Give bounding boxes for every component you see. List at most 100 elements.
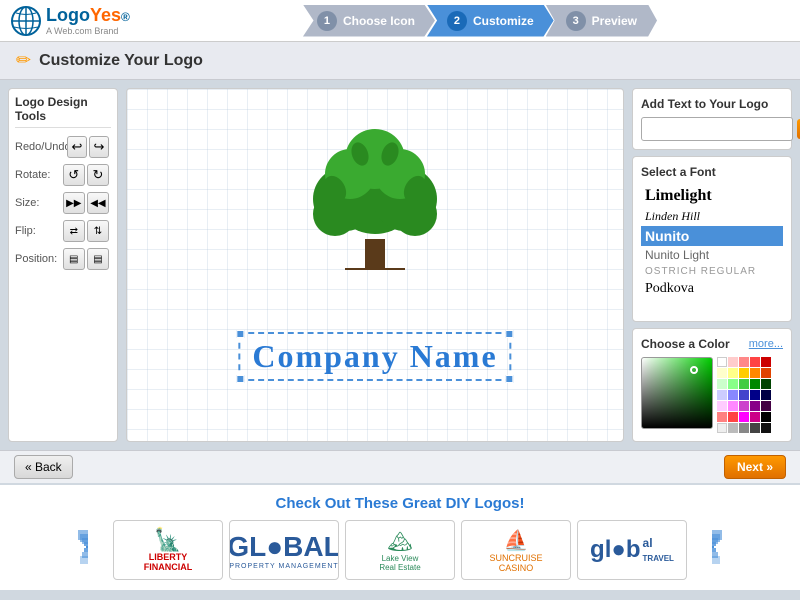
position-label: Position: [15,253,63,265]
swatch-medium-gray[interactable] [739,423,749,433]
handle-br[interactable] [506,375,514,383]
logo-card-liberty[interactable]: 🗽 LIBERTYFINANCIAL [113,520,223,580]
carousel-left-button[interactable] [77,535,107,565]
rotate-right-button[interactable]: ↻ [87,164,109,186]
swatch-dark-green[interactable] [750,379,760,389]
carousel-right-button[interactable] [693,535,723,565]
font-linden-item[interactable]: Linden Hill [641,207,783,226]
text-input[interactable] [641,117,793,141]
size-row: Size: ▶▶ ◀◀ [15,192,111,214]
step-1-choose-icon[interactable]: 1 Choose Icon [303,5,435,37]
swatch-gray[interactable] [728,423,738,433]
tools-panel: Logo Design Tools Redo/Undo: ↩ ↪ Rotate:… [8,88,118,442]
handle-tl[interactable] [236,330,244,338]
swatch-dark-purple[interactable] [750,401,760,411]
swatch-green[interactable] [739,379,749,389]
font-nunito-item[interactable]: Nunito [641,226,783,246]
swatch-black[interactable] [761,412,771,422]
back-button[interactable]: « Back [14,455,73,479]
step-1-label: Choose Icon [343,14,415,28]
font-ostrich-item[interactable]: OSTRICH REGULAR [641,264,783,279]
swatch-light-blue[interactable] [717,390,727,400]
font-limelight-item[interactable]: Limelight [641,185,783,207]
flip-label: Flip: [15,225,63,237]
font-nunito-light-item[interactable]: Nunito Light [641,246,783,264]
font-selection-box: Select a Font Limelight Linden Hill Nuni… [632,156,792,322]
swatch-very-dark-green[interactable] [761,379,771,389]
flip-horizontal-button[interactable]: ⇄ [63,220,85,242]
swatch-purple[interactable] [728,401,738,411]
swatch-bright-red[interactable] [728,412,738,422]
text-input-row: Add Text [641,117,783,141]
brand-name: LogoYes® [46,5,130,26]
swatch-light-red[interactable] [728,357,738,367]
rotate-row: Rotate: ↺ ↻ [15,164,111,186]
swatch-white[interactable] [717,357,727,367]
swatch-light-green2[interactable] [728,379,738,389]
step-3-preview[interactable]: 3 Preview [546,5,657,37]
main-content: Logo Design Tools Redo/Undo: ↩ ↪ Rotate:… [0,80,800,450]
redo-button[interactable]: ↩ [67,136,87,158]
size-decrease-button[interactable]: ◀◀ [87,192,109,214]
logo-tree-icon [275,119,475,279]
position-left-button[interactable]: ▤ [63,248,85,270]
undo-button[interactable]: ↪ [89,136,109,158]
handle-tr[interactable] [506,330,514,338]
swatch-very-dark-purple[interactable] [761,401,771,411]
logo-card-global[interactable]: GL●BAL PROPERTY MANAGEMENT [229,520,339,580]
logo-showcase: 🗽 LIBERTYFINANCIAL GL●BAL PROPERTY MANAG… [14,520,786,580]
swatch-dark-red[interactable] [761,357,771,367]
pencil-icon: ✏ [16,50,31,71]
swatch-light-green[interactable] [717,379,727,389]
logo-card-lakeview[interactable]: 🏔 Lake ViewReal Estate [345,520,455,580]
right-arrow-icon [694,530,722,570]
swatch-dark-blue[interactable] [750,390,760,400]
rotate-left-button[interactable]: ↺ [63,164,85,186]
swatch-row-3 [717,379,771,389]
canvas-area[interactable]: Company Name [126,88,624,442]
add-text-box: Add Text to Your Logo Add Text [632,88,792,150]
next-button[interactable]: Next » [724,455,786,479]
global-logo: GL●BAL PROPERTY MANAGEMENT [229,531,339,570]
swatch-light-gray[interactable] [717,423,727,433]
more-colors-link[interactable]: more... [749,338,783,350]
swatch-medium-purple[interactable] [739,401,749,411]
swatch-red[interactable] [750,357,760,367]
flip-vertical-button[interactable]: ⇅ [87,220,109,242]
company-name-text: Company Name [252,338,497,374]
step-2-number: 2 [447,11,467,31]
step-2-customize[interactable]: 2 Customize [427,5,554,37]
swatch-salmon[interactable] [717,412,727,422]
logo-card-global2[interactable]: gl●b alTRAVEL [577,520,687,580]
right-panel: Add Text to Your Logo Add Text Select a … [632,88,792,442]
liberty-logo: 🗽 LIBERTYFINANCIAL [140,523,197,577]
swatch-light-purple[interactable] [717,401,727,411]
swatch-medium-blue[interactable] [739,390,749,400]
swatch-orange-yellow[interactable] [739,368,749,378]
logo-card-suncruise[interactable]: ⛵ SUNCRUISECASINO [461,520,571,580]
swatch-magenta[interactable] [739,412,749,422]
swatch-blue[interactable] [728,390,738,400]
swatch-very-dark-blue[interactable] [761,390,771,400]
swatch-light-yellow[interactable] [717,368,727,378]
position-right-button[interactable]: ▤ [87,248,109,270]
color-picker-dot[interactable] [690,366,698,374]
swatch-row-5 [717,401,771,411]
step-1-number: 1 [317,11,337,31]
swatch-crimson[interactable] [750,412,760,422]
swatch-very-dark-gray[interactable] [761,423,771,433]
color-swatches [717,357,771,433]
breadcrumb: ✏ Customize Your Logo [0,42,800,80]
font-podkova-item[interactable]: Podkova [641,279,783,299]
handle-bl[interactable] [236,375,244,383]
swatch-dark-orange[interactable] [761,368,771,378]
size-increase-button[interactable]: ▶▶ [63,192,85,214]
color-gradient-picker[interactable] [641,357,713,429]
swatch-pink[interactable] [739,357,749,367]
swatch-orange[interactable] [750,368,760,378]
swatch-yellow[interactable] [728,368,738,378]
global-g-icon: GL●BAL [229,531,339,563]
company-name-container[interactable]: Company Name [238,332,511,381]
swatch-dark-gray[interactable] [750,423,760,433]
header: LogoYes® A Web.com Brand 1 Choose Icon 2… [0,0,800,42]
